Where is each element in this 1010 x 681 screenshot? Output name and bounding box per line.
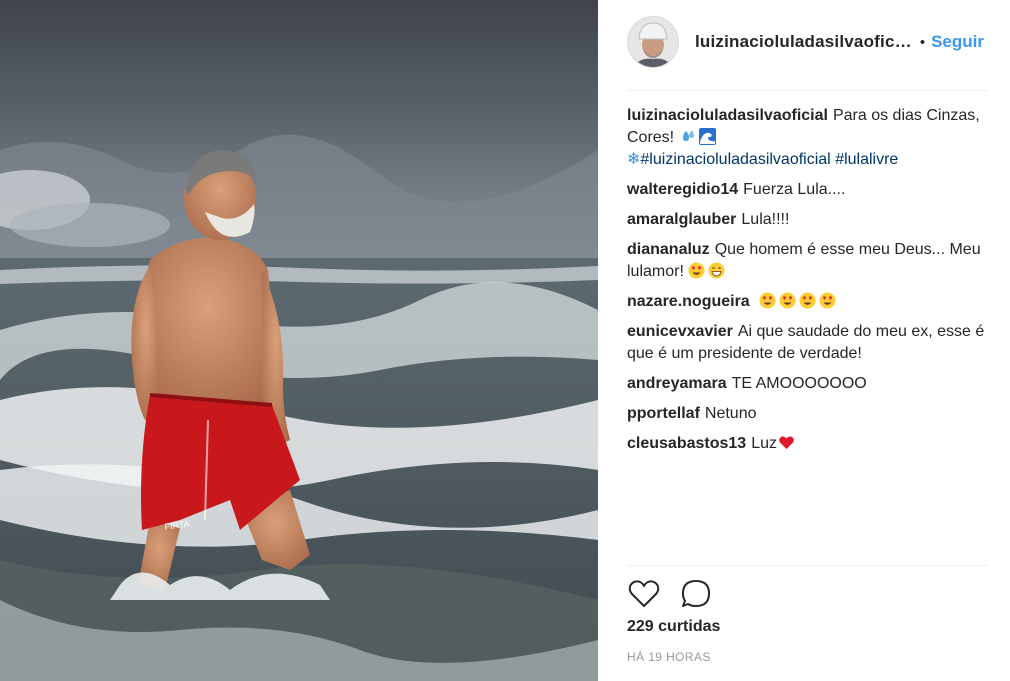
- heart-eyes-emoji: [799, 292, 816, 309]
- comment-username[interactable]: walteregidio14: [627, 181, 738, 198]
- comment-username[interactable]: diananaluz: [627, 241, 710, 258]
- post-header: luizinacioluladasilvaofic… • Seguir: [627, 16, 987, 68]
- caption: luizinacioluladasilvaoficial Para os dias…: [627, 105, 989, 171]
- post-photo[interactable]: FIRTA: [0, 0, 598, 681]
- actions-divider: [627, 565, 987, 566]
- like-button[interactable]: [627, 577, 661, 611]
- comment-button[interactable]: [679, 577, 713, 611]
- comment-username[interactable]: eunicevxavier: [627, 323, 733, 340]
- speech-bubble-icon: [682, 580, 710, 607]
- comment-item: walteregidio14 Fuerza Lula....: [627, 179, 989, 201]
- heart-eyes-emoji: [779, 292, 796, 309]
- comment-username[interactable]: pportellaf: [627, 405, 700, 422]
- comment-item: pportellaf Netuno: [627, 403, 989, 425]
- comment-item: nazare.nogueira: [627, 291, 989, 313]
- comment-username[interactable]: amaralglauber: [627, 211, 736, 228]
- beach-photo-illustration: FIRTA: [0, 0, 598, 681]
- wave-emoji: [698, 128, 716, 145]
- droplets-emoji: [679, 128, 696, 145]
- post-timestamp[interactable]: HÁ 19 HORAS: [627, 650, 711, 664]
- likes-count[interactable]: 229 curtidas: [627, 618, 720, 636]
- comment-text: Luz: [751, 435, 777, 452]
- grinning-emoji: [708, 262, 725, 279]
- header-separator: •: [919, 33, 926, 51]
- hashtag-link[interactable]: #luizinacioluladasilvaoficial: [640, 151, 830, 168]
- heart-eyes-emoji: [759, 292, 776, 309]
- comment-item: diananaluz Que homem é esse meu Deus... M…: [627, 239, 989, 283]
- comment-text: Netuno: [704, 405, 757, 422]
- comment-username[interactable]: cleusabastos13: [627, 435, 746, 452]
- comment-text: Fuerza Lula....: [743, 181, 846, 198]
- header-divider: [627, 90, 987, 91]
- comment-text: TE AMOOOOOOO: [731, 375, 867, 392]
- post-side-panel: luizinacioluladasilvaofic… • Seguir luiz…: [598, 0, 1010, 681]
- comment-username[interactable]: nazare.nogueira: [627, 293, 750, 310]
- heart-outline-icon: [628, 580, 660, 607]
- instagram-post: FIRTA luizinacioluladasilvaofic… • Segui…: [0, 0, 1010, 681]
- owner-username-link[interactable]: luizinacioluladasilvaofic…: [695, 32, 912, 52]
- follow-button[interactable]: Seguir: [931, 32, 984, 52]
- comment-item: cleusabastos13 Luz: [627, 433, 989, 455]
- comment-item: andreyamara TE AMOOOOOOO: [627, 373, 989, 395]
- caption-username[interactable]: luizinacioluladasilvaoficial: [627, 107, 828, 124]
- comment-username[interactable]: andreyamara: [627, 375, 727, 392]
- heart-eyes-emoji: [819, 292, 836, 309]
- snowflake-glyph: ❄: [627, 151, 641, 168]
- hashtag-link[interactable]: #lulalivre: [835, 151, 898, 168]
- post-actions: [627, 576, 731, 612]
- avatar[interactable]: [627, 16, 679, 68]
- red-heart-emoji: [778, 434, 795, 451]
- avatar-image: [628, 17, 678, 67]
- heart-eyes-emoji: [688, 262, 705, 279]
- comments-list: luizinacioluladasilvaoficial Para os dias…: [627, 105, 989, 463]
- comment-item: eunicevxavier Ai que saudade do meu ex, e…: [627, 321, 989, 365]
- comment-text: Lula!!!!: [741, 211, 790, 228]
- comment-item: amaralglauber Lula!!!!: [627, 209, 989, 231]
